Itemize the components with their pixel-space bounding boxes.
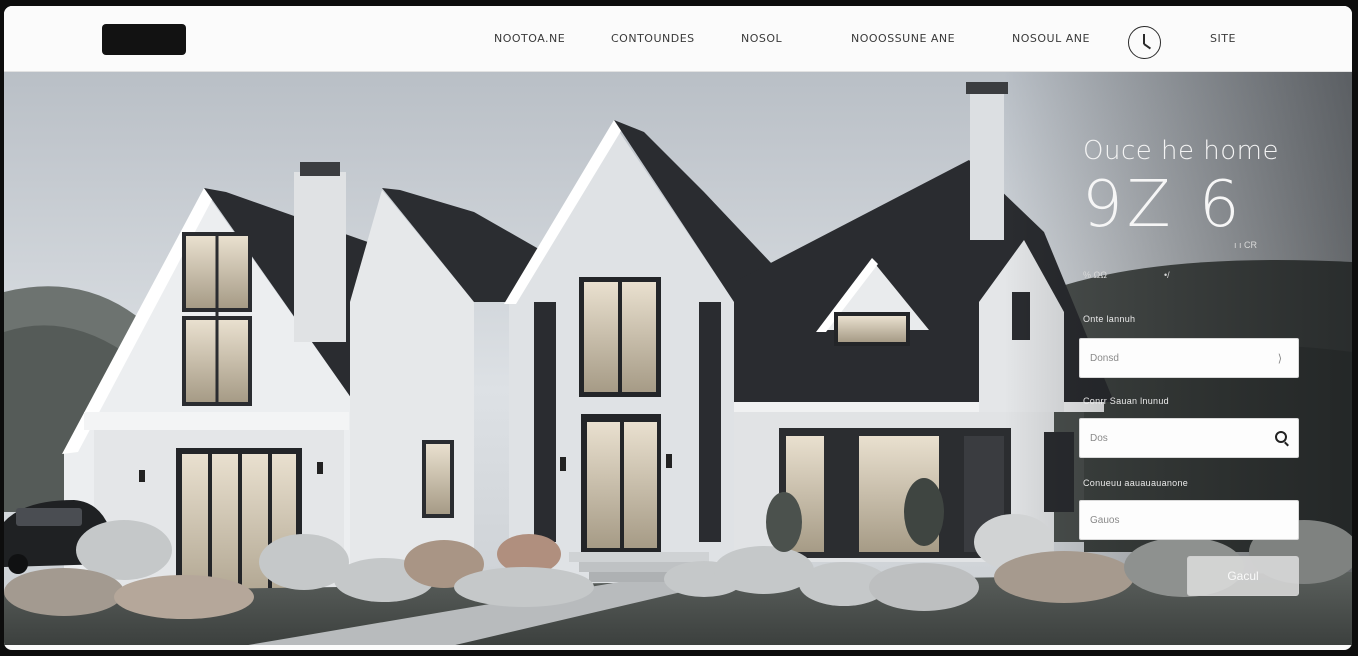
hero-big-number: 9Z 6 [1082, 168, 1244, 242]
top-navbar: NOOTOA.NE CONTOUNDES NOSOL NOOOSSUNE ANE… [4, 6, 1352, 72]
text-field-3[interactable] [1079, 500, 1299, 540]
nav-link-1[interactable]: NOOTOA.NE [494, 32, 565, 45]
nav-link-2[interactable]: CONTOUNDES [611, 32, 695, 45]
clock-icon[interactable] [1128, 26, 1161, 59]
submit-button[interactable]: Gacul [1187, 556, 1299, 596]
hero-stat-mid: •/ [1164, 270, 1170, 280]
nav-link-3[interactable]: NOSOL [741, 32, 782, 45]
app-frame: NOOTOA.NE CONTOUNDES NOSOL NOOOSSUNE ANE… [4, 6, 1352, 650]
bottom-strip [4, 645, 1352, 650]
brand-logo[interactable] [102, 24, 186, 55]
hero-stat-right: ı ı CR [1234, 240, 1258, 250]
hero-title: Ouce he home [1083, 136, 1279, 166]
nav-link-5[interactable]: NOSOUL ANE [1012, 32, 1090, 45]
text-field-3-input[interactable] [1090, 501, 1270, 539]
nav-link-4[interactable]: NOOOSSUNE ANE [851, 32, 955, 45]
field-label-3: Conueuu aauauauanone [1083, 478, 1189, 488]
nav-link-site[interactable]: SITE [1210, 32, 1236, 45]
field-label-2: Conrr Sauan lnunud [1083, 396, 1169, 406]
chevron-right-icon: ⟩ [1277, 353, 1282, 365]
hero-stat-left: % ΩΩ [1083, 270, 1107, 280]
search-icon[interactable] [1275, 431, 1287, 443]
select-field-1[interactable]: ⟩ [1079, 338, 1299, 378]
search-input[interactable] [1090, 419, 1270, 457]
select-field-1-input[interactable] [1090, 339, 1270, 377]
field-label-1: Onte lannuh [1083, 314, 1136, 324]
search-field[interactable] [1079, 418, 1299, 458]
hero-section: Ouce he home 9Z 6 ı ı CR % ΩΩ •/ Onte la… [4, 72, 1352, 650]
